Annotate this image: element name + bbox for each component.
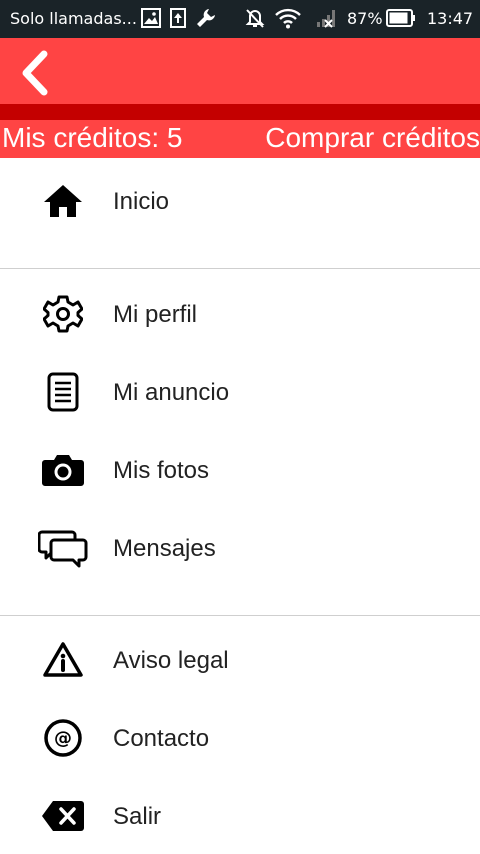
menu-item-mis-fotos[interactable]: Mis fotos	[0, 435, 480, 505]
menu-item-mi-perfil[interactable]: Mi perfil	[0, 279, 480, 349]
gear-icon	[38, 294, 88, 334]
credits-label: Mis créditos: 5	[2, 122, 183, 153]
document-icon	[38, 372, 88, 412]
menu-divider	[0, 615, 480, 616]
wifi-icon	[274, 7, 302, 29]
buy-credits-link[interactable]: Comprar créditos	[265, 122, 480, 154]
menu-item-label: Mensajes	[113, 535, 216, 562]
menu-item-mensajes[interactable]: Mensajes	[0, 513, 480, 583]
menu-item-label: Contacto	[113, 725, 210, 752]
credits-bar: Mis créditos: 5 Comprar créditos	[0, 120, 480, 158]
battery-percent: 87%	[347, 9, 383, 28]
upload-icon	[170, 7, 186, 29]
clock: 13:47	[427, 9, 474, 28]
menu-item-label: Mis fotos	[113, 457, 210, 484]
info-icon	[38, 640, 88, 680]
svg-text:@: @	[54, 728, 72, 749]
menu-divider	[0, 268, 480, 269]
battery-icon	[386, 7, 416, 29]
menu-item-aviso-legal[interactable]: Aviso legal	[0, 625, 480, 695]
menu-item-label: Mi perfil	[113, 301, 198, 328]
no-signal-icon	[316, 7, 338, 29]
header-divider-stripe	[0, 104, 480, 120]
mute-icon	[244, 7, 266, 29]
back-button[interactable]	[12, 46, 60, 98]
menu-item-mi-anuncio[interactable]: Mi anuncio	[0, 357, 480, 427]
image-icon	[141, 7, 161, 29]
wrench-icon	[195, 7, 217, 29]
menu-item-contacto[interactable]: @ Contacto	[0, 703, 480, 773]
at-icon: @	[38, 718, 88, 758]
menu-item-salir[interactable]: Salir	[0, 781, 480, 851]
menu-item-label: Inicio	[113, 188, 170, 215]
home-icon	[38, 181, 88, 221]
chat-icon	[38, 528, 88, 568]
status-bar: Solo llamadas... 87% 13:47	[0, 0, 480, 38]
backspace-icon	[38, 796, 88, 836]
carrier-text: Solo llamadas...	[10, 9, 137, 28]
chevron-left-icon	[12, 50, 60, 102]
menu-item-label: Aviso legal	[113, 647, 229, 674]
camera-icon	[38, 450, 88, 490]
app-bar	[0, 38, 480, 104]
menu-item-label: Salir	[113, 803, 162, 830]
menu-item-label: Mi anuncio	[113, 379, 230, 406]
menu-item-inicio[interactable]: Inicio	[0, 166, 480, 236]
